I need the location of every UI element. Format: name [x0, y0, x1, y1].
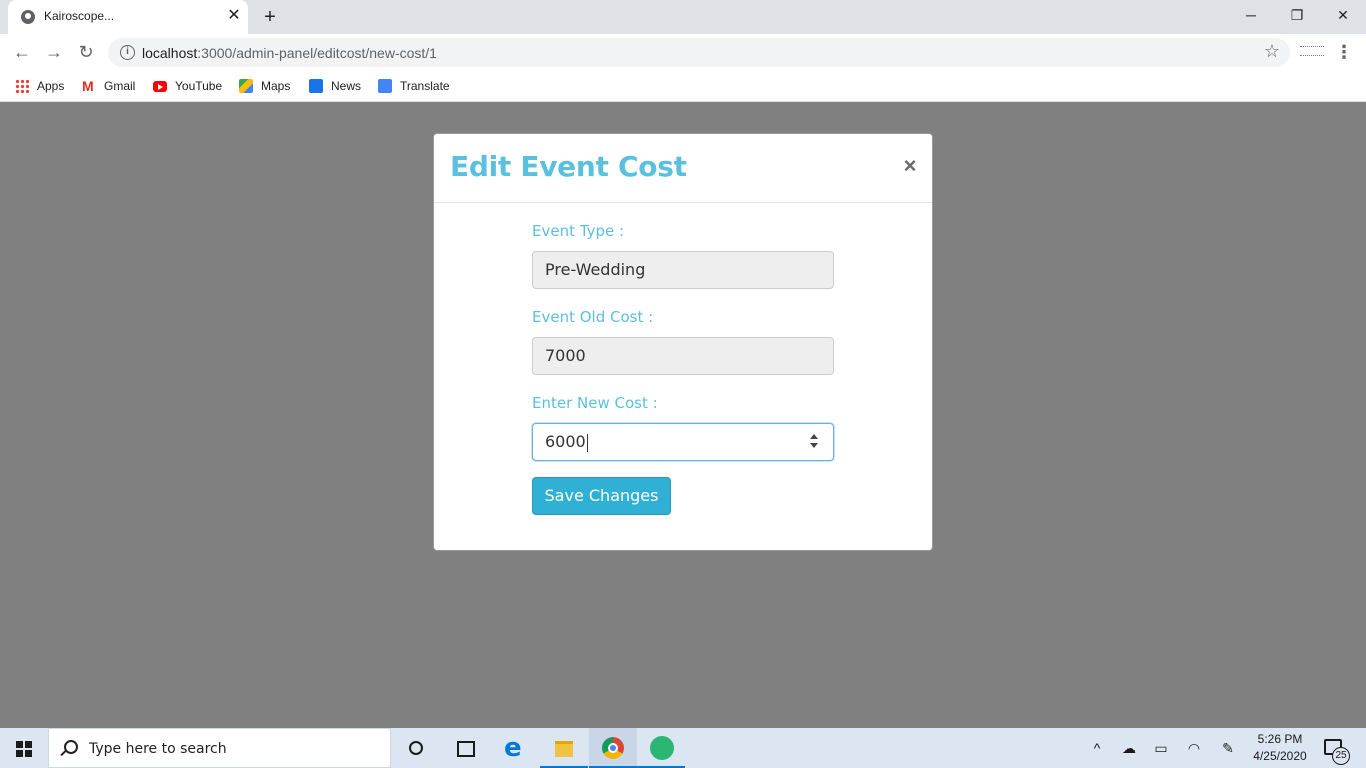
file-explorer-icon[interactable] [540, 728, 588, 768]
clock-date[interactable]: 4/25/2020 [1247, 749, 1313, 763]
new-cost-label: Enter New Cost : [532, 394, 658, 412]
window-close-button[interactable]: ✕ [1320, 0, 1366, 30]
event-type-label: Event Type : [532, 222, 625, 240]
page-backdrop[interactable]: Edit Event Cost × Event Type : Pre-Weddi… [0, 103, 1366, 728]
start-button[interactable] [0, 728, 48, 768]
task-view-icon[interactable] [440, 728, 488, 768]
pen-icon[interactable]: ✎ [1218, 738, 1238, 758]
bookmark-maps[interactable]: Maps [239, 76, 295, 96]
extension-icon[interactable] [1300, 46, 1324, 56]
taskbar-search[interactable]: Type here to search [48, 728, 391, 768]
url-path: :3000/admin-panel/editcost/new-cost/1 [197, 45, 437, 61]
url-host: localhost [142, 45, 198, 61]
bookmark-label: Gmail [104, 79, 136, 93]
modal-title: Edit Event Cost [450, 150, 687, 183]
info-icon[interactable]: i [120, 45, 135, 60]
browser-tab[interactable]: Kairoscope... ✕ [8, 0, 248, 34]
new-cost-value: 6000 [545, 432, 586, 451]
bookmark-label: YouTube [175, 79, 223, 93]
onedrive-icon[interactable]: ☁ [1119, 738, 1139, 758]
wifi-icon[interactable]: ◠ [1184, 738, 1204, 758]
bookmark-label: Maps [261, 79, 291, 93]
windows-logo-icon [16, 741, 32, 757]
reload-button[interactable]: ↻ [72, 38, 100, 66]
tray-chevron-icon[interactable]: ^ [1087, 738, 1107, 758]
atom-icon[interactable] [637, 728, 685, 768]
bookmark-gmail[interactable]: M Gmail [82, 76, 142, 96]
tab-title: Kairoscope... [44, 9, 115, 23]
modal-header: Edit Event Cost × [434, 134, 932, 203]
save-changes-button[interactable]: Save Changes [532, 477, 671, 515]
apps-grid-icon [15, 79, 29, 93]
notification-badge: 25 [1332, 747, 1350, 765]
bookmark-translate[interactable]: Translate [378, 76, 454, 96]
new-tab-button[interactable]: + [258, 5, 282, 29]
minimize-button[interactable]: ─ [1228, 0, 1274, 30]
translate-icon [378, 79, 392, 93]
edge-icon[interactable] [490, 728, 538, 768]
globe-icon [21, 10, 35, 24]
youtube-icon [153, 81, 167, 92]
url-text[interactable]: localhost:3000/admin-panel/editcost/new-… [142, 45, 437, 61]
event-old-cost-input: 7000 [532, 337, 834, 375]
restore-button[interactable]: ❐ [1274, 0, 1320, 30]
browser-toolbar: ← → ↻ i localhost:3000/admin-panel/editc… [0, 34, 1366, 70]
search-icon [64, 740, 78, 754]
address-bar[interactable]: i localhost:3000/admin-panel/editcost/ne… [108, 38, 1290, 67]
battery-icon[interactable]: ▭ [1151, 738, 1171, 758]
back-button[interactable]: ← [8, 38, 36, 66]
browser-titlebar: Kairoscope... ✕ + ─ ❐ ✕ [0, 0, 1366, 34]
cortana-icon[interactable] [392, 728, 440, 768]
bookmark-youtube[interactable]: YouTube [153, 76, 229, 96]
tab-close-icon[interactable]: ✕ [225, 7, 243, 25]
number-spinner[interactable] [809, 434, 819, 450]
forward-button[interactable]: → [40, 38, 68, 66]
text-caret [586, 433, 588, 452]
new-cost-input[interactable]: 6000 [532, 423, 834, 461]
bookmark-star-icon[interactable]: ☆ [1264, 41, 1280, 62]
event-type-input: Pre-Wedding [532, 251, 834, 289]
browser-menu-icon[interactable]: ⋮ [1335, 40, 1353, 64]
spinner-up-icon[interactable] [810, 434, 818, 439]
chrome-icon[interactable] [589, 728, 637, 768]
news-icon [309, 79, 323, 93]
modal-close-icon[interactable]: × [900, 154, 920, 178]
taskbar: Type here to search ^ ☁ ▭ ◠ ✎ 5:26 PM 4/… [0, 728, 1366, 768]
event-old-cost-label: Event Old Cost : [532, 308, 654, 326]
bookmark-label: News [331, 79, 362, 93]
gmail-icon: M [82, 78, 94, 94]
search-placeholder: Type here to search [89, 741, 227, 757]
bookmark-label: Apps [37, 79, 65, 93]
spinner-down-icon[interactable] [810, 443, 818, 448]
clock-time[interactable]: 5:26 PM [1247, 732, 1313, 746]
bookmark-apps[interactable]: Apps [15, 76, 71, 96]
edit-cost-modal: Edit Event Cost × Event Type : Pre-Weddi… [433, 133, 933, 551]
bookmark-label: Translate [400, 79, 450, 93]
bookmarks-bar: Apps M Gmail YouTube Maps News Translate [0, 70, 1366, 102]
maps-icon [239, 79, 253, 93]
bookmark-news[interactable]: News [309, 76, 365, 96]
